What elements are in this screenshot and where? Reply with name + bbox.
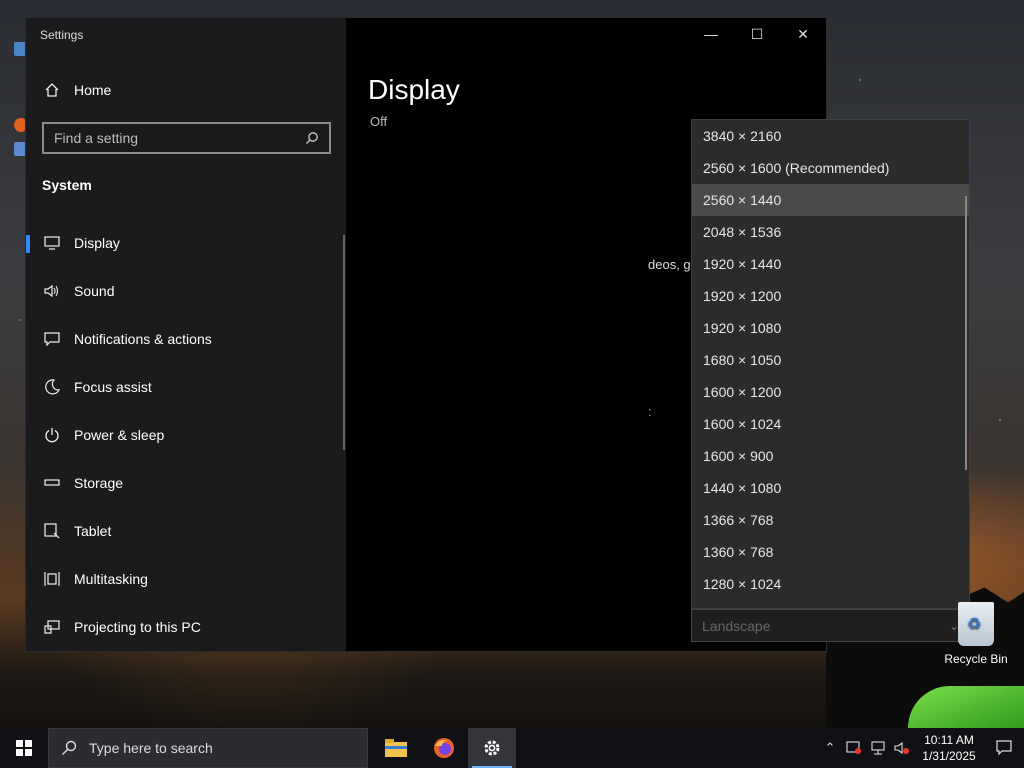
settings-taskbar-button[interactable] (468, 728, 516, 768)
power-icon (44, 427, 60, 443)
resolution-dropdown-list[interactable]: 3840 × 2160 2560 × 1600 (Recommended) 2560… (691, 119, 970, 609)
sidebar-item-label: Projecting to this PC (74, 619, 201, 635)
section-heading: System (42, 177, 92, 193)
search-icon (306, 132, 318, 144)
dropdown-scrollbar[interactable] (965, 196, 967, 470)
resolution-option[interactable]: 1366 × 768 (692, 504, 969, 536)
taskbar-clock[interactable]: 10:11 AM 1/31/2025 (914, 732, 984, 764)
sidebar-item-tablet[interactable]: Tablet (26, 507, 346, 555)
resolution-option[interactable]: 1600 × 1200 (692, 376, 969, 408)
sidebar-item-display[interactable]: Display (26, 219, 346, 267)
window-title: Settings (40, 28, 84, 42)
sidebar-item-projecting[interactable]: Projecting to this PC (26, 603, 346, 651)
file-explorer-button[interactable] (372, 728, 420, 768)
resolution-option[interactable]: 1600 × 900 (692, 440, 969, 472)
sidebar-item-label: Power & sleep (74, 427, 165, 443)
system-tray: ⌃ 10:11 AM 1/31/2025 (818, 728, 1024, 768)
search-placeholder: Find a setting (54, 130, 139, 146)
notification-icon (996, 740, 1012, 756)
home-label: Home (74, 82, 112, 98)
sidebar-item-power-sleep[interactable]: Power & sleep (26, 411, 346, 459)
resolution-option[interactable]: 1680 × 1050 (692, 344, 969, 376)
multitasking-icon (44, 571, 60, 587)
taskbar: Type here to search ⌃ 10:11 AM 1/31/2025 (0, 728, 1024, 768)
resolution-option[interactable]: 3840 × 2160 (692, 120, 969, 152)
volume-muted-icon[interactable] (890, 728, 914, 768)
resolution-option[interactable]: 1920 × 1200 (692, 280, 969, 312)
home-icon (45, 83, 59, 97)
close-button[interactable]: ✕ (780, 18, 826, 50)
sidebar-item-label: Multitasking (74, 571, 148, 587)
settings-window: Settings Home Find a setting System Disp… (26, 18, 970, 651)
resolution-option[interactable]: 1920 × 1440 (692, 248, 969, 280)
speaker-icon (44, 283, 60, 299)
message-icon (44, 331, 60, 347)
windows-logo-icon (16, 740, 32, 756)
maximize-button[interactable]: ☐ (734, 18, 780, 50)
start-button[interactable] (0, 728, 48, 768)
sidebar-item-label: Sound (74, 283, 115, 299)
network-icon[interactable] (866, 728, 890, 768)
resolution-option[interactable]: 2560 × 1600 (Recommended) (692, 152, 969, 184)
resolution-option[interactable]: 2560 × 1440 (692, 184, 969, 216)
resolution-option[interactable]: 1280 × 1024 (692, 568, 969, 600)
recycle-bin-icon (958, 602, 994, 646)
resolution-option[interactable]: 1360 × 768 (692, 536, 969, 568)
settings-search-input[interactable]: Find a setting (42, 122, 331, 154)
orientation-value: Landscape (702, 617, 771, 634)
storage-icon (44, 475, 60, 491)
sidebar-item-label: Tablet (74, 523, 112, 539)
recycle-bin-label: Recycle Bin (944, 652, 1008, 666)
monitor-icon (44, 235, 60, 251)
settings-content: — ☐ ✕ Display Off deos, games and apps :… (346, 18, 970, 651)
firefox-button[interactable] (420, 728, 468, 768)
sidebar-item-label: Focus assist (74, 379, 152, 395)
tablet-icon (44, 523, 60, 539)
resolution-option[interactable]: 1440 × 1080 (692, 472, 969, 504)
clock-date: 1/31/2025 (922, 749, 976, 763)
gear-icon (484, 740, 500, 756)
action-center-button[interactable] (984, 728, 1024, 768)
taskbar-search-box[interactable]: Type here to search (48, 728, 368, 768)
moon-icon (44, 379, 60, 395)
minimize-button[interactable]: — (688, 18, 734, 50)
sidebar-item-focus-assist[interactable]: Focus assist (26, 363, 346, 411)
sidebar-item-multitasking[interactable]: Multitasking (26, 555, 346, 603)
night-light-state: Off (370, 114, 388, 129)
folder-icon (385, 739, 407, 757)
firefox-icon (434, 738, 454, 758)
sidebar-item-sound[interactable]: Sound (26, 267, 346, 315)
security-icon[interactable] (842, 728, 866, 768)
resolution-option[interactable]: 1600 × 1024 (692, 408, 969, 440)
page-title: Display (368, 74, 460, 105)
sidebar-item-label: Storage (74, 475, 124, 491)
clock-time: 10:11 AM (924, 733, 974, 747)
orientation-select[interactable]: Landscape ⌄ (691, 609, 970, 642)
resolution-option[interactable]: 1920 × 1080 (692, 312, 969, 344)
projector-icon (44, 619, 60, 635)
search-icon (62, 740, 77, 755)
resolution-option[interactable]: 2048 × 1536 (692, 216, 969, 248)
resolution-option[interactable]: 1280 × 960 (692, 600, 969, 608)
chevron-up-icon[interactable]: ⌃ (818, 728, 842, 768)
sidebar-item-notifications[interactable]: Notifications & actions (26, 315, 346, 363)
sidebar-item-label: Display (74, 235, 120, 251)
partial-text: : (648, 404, 652, 419)
wallpaper-tent (908, 686, 1024, 728)
taskbar-search-placeholder: Type here to search (89, 740, 213, 756)
window-controls: — ☐ ✕ (688, 18, 826, 50)
recycle-bin[interactable]: Recycle Bin (944, 602, 1008, 666)
sidebar-nav: Display Sound Notifications & actions Fo… (26, 219, 346, 651)
sidebar-item-label: Notifications & actions (74, 331, 212, 347)
sidebar-scrollbar[interactable] (343, 235, 345, 450)
settings-sidebar: Settings Home Find a setting System Disp… (26, 18, 346, 651)
resolution-options: 3840 × 2160 2560 × 1600 (Recommended) 2560… (692, 120, 969, 608)
sidebar-item-storage[interactable]: Storage (26, 459, 346, 507)
home-link[interactable]: Home (44, 82, 111, 98)
